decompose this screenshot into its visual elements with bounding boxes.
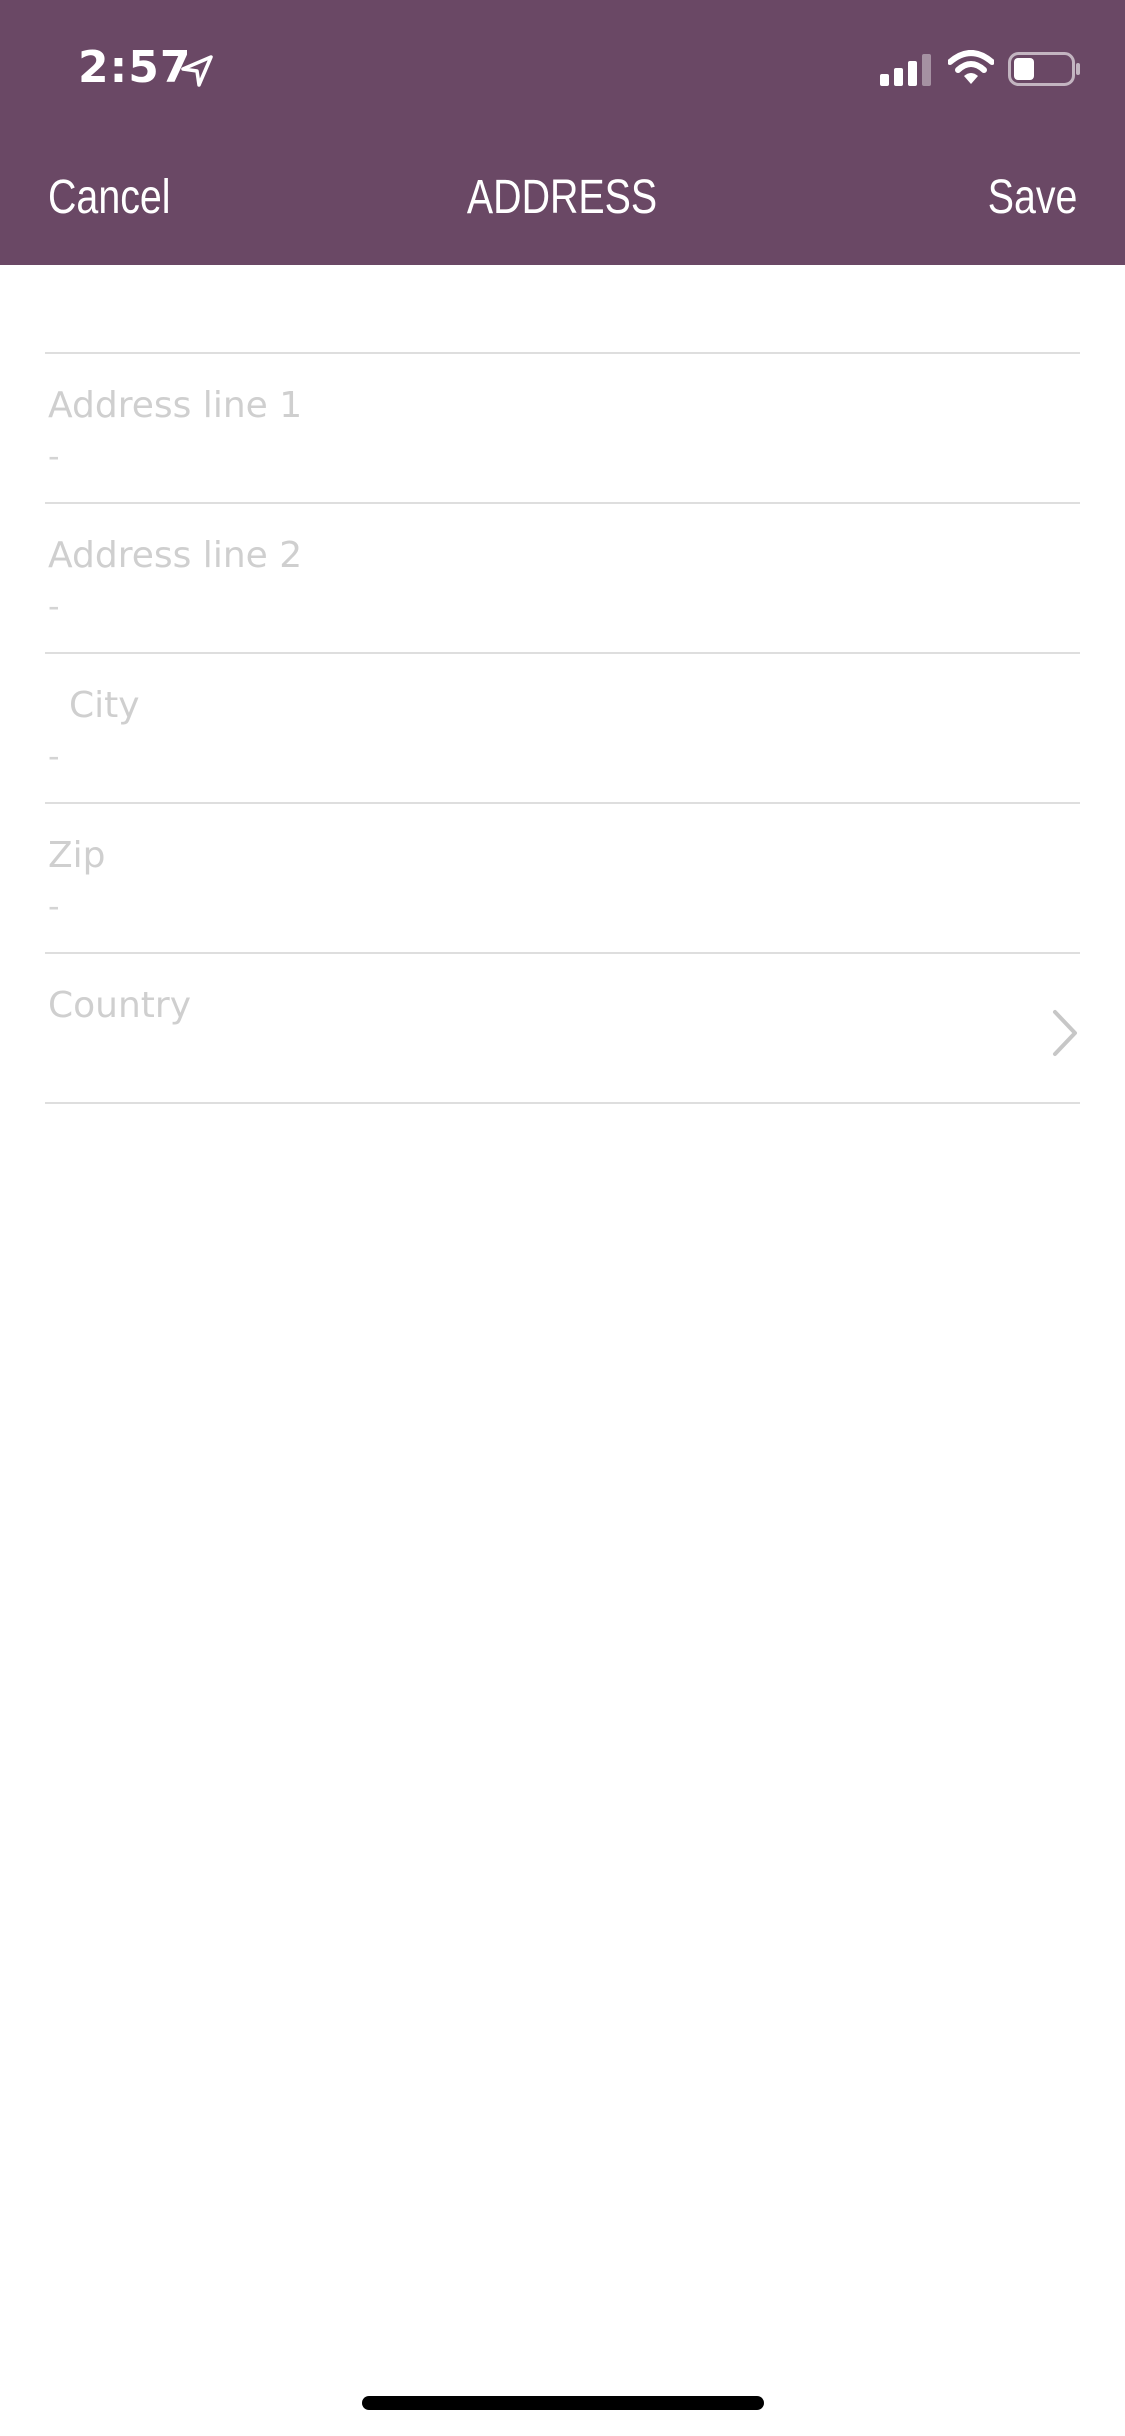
address-line-2-value: - — [48, 587, 60, 625]
zip-value: - — [48, 887, 60, 925]
cellular-signal-icon — [880, 54, 931, 86]
address-line-1-field[interactable]: Address line 1 - — [45, 354, 1080, 504]
address-form: Address line 1 - Address line 2 - City -… — [45, 352, 1080, 1104]
address-line-1-label: Address line 1 — [48, 385, 303, 426]
status-time: 2:57 — [78, 42, 192, 93]
page-title-text: ADDRESS — [467, 171, 658, 224]
chevron-right-icon — [1053, 1010, 1077, 1056]
address-line-2-label: Address line 2 — [48, 535, 303, 576]
zip-label: Zip — [48, 835, 106, 876]
country-selector[interactable]: Country — [45, 954, 1080, 1104]
location-arrow-icon — [181, 55, 213, 87]
country-label: Country — [48, 985, 192, 1026]
address-line-2-field[interactable]: Address line 2 - — [45, 504, 1080, 654]
city-field[interactable]: City - — [45, 654, 1080, 804]
battery-icon — [1008, 52, 1080, 86]
city-label: City — [69, 685, 140, 726]
address-line-1-value: - — [48, 437, 60, 475]
save-button[interactable]: Save — [987, 168, 1077, 228]
city-value: - — [48, 737, 60, 775]
page-title: ADDRESS — [0, 168, 1125, 228]
wifi-icon — [948, 50, 994, 84]
address-screen: 2:57 Cancel ADDRESS Save Address line 1 … — [0, 0, 1125, 2436]
home-indicator[interactable] — [362, 2396, 764, 2410]
zip-field[interactable]: Zip - — [45, 804, 1080, 954]
header: 2:57 Cancel ADDRESS Save — [0, 0, 1125, 265]
